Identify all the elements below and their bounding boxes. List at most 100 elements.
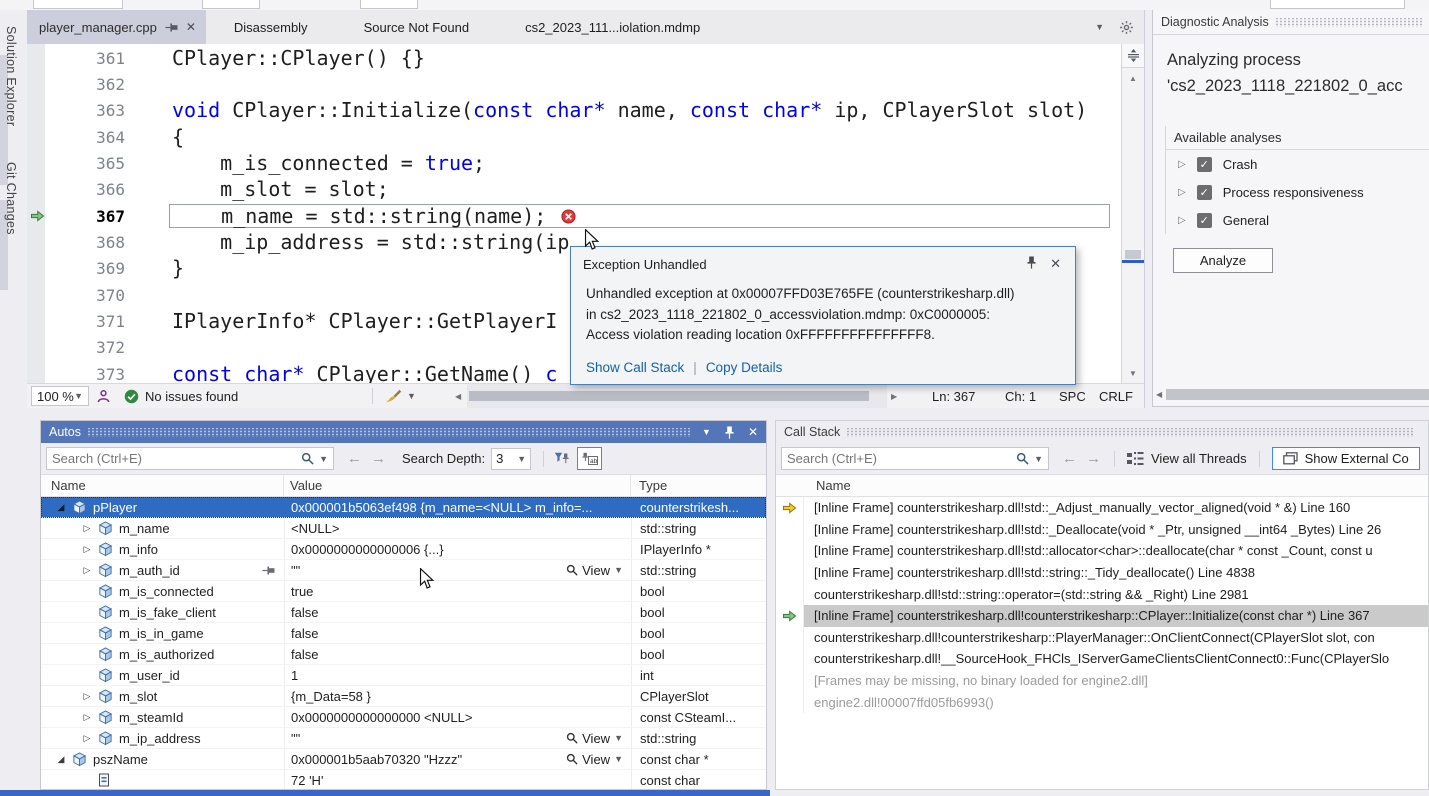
autos-row[interactable]: m_is_authorized false bool — [41, 644, 766, 665]
autos-row[interactable]: ▷ m_name <NULL> std::string — [41, 518, 766, 539]
expander-icon[interactable]: ◢ — [55, 502, 67, 513]
editor-options-gear-icon[interactable] — [1119, 20, 1134, 35]
show-call-stack-link[interactable]: Show Call Stack — [586, 360, 684, 375]
code-line[interactable]: 366 m_slot = slot; — [27, 177, 1121, 203]
search-input[interactable] — [787, 451, 1012, 466]
autos-row[interactable]: m_is_fake_client false bool — [41, 602, 766, 623]
code-line[interactable]: 361 CPlayer::CPlayer() {} — [27, 45, 1121, 71]
pin-icon[interactable] — [262, 565, 275, 576]
call-stack-frame[interactable]: [Inline Frame] counterstrikesharp.dll!st… — [776, 518, 1428, 541]
search-icon[interactable] — [1016, 452, 1029, 465]
expander-icon[interactable]: ▷ — [1178, 215, 1186, 226]
call-stack-frame[interactable]: counterstrikesharp.dll!counterstrikeshar… — [776, 626, 1428, 649]
autos-row[interactable]: ▷ m_slot {m_Data=58 } CPlayerSlot — [41, 686, 766, 707]
editor-vertical-scrollbar[interactable]: ▲ ▼ — [1121, 44, 1144, 383]
column-header-value[interactable]: Value — [284, 475, 631, 496]
autos-row[interactable]: ◢ pPlayer 0x000001b5063ef498 {m_name=<NULL… — [41, 497, 766, 518]
checkbox[interactable]: ✓ — [1196, 212, 1212, 228]
checkbox[interactable]: ✓ — [1196, 184, 1212, 200]
expander-icon[interactable]: ▷ — [81, 691, 93, 702]
pin-icon[interactable] — [724, 426, 735, 439]
code-line[interactable]: 364 { — [27, 124, 1121, 150]
call-stack-frame[interactable]: [Frames may be missing, no binary loaded… — [776, 669, 1428, 692]
analyze-button[interactable]: Analyze — [1173, 248, 1273, 273]
autos-row[interactable]: ▷ m_ip_address "" View ▼ std::string — [41, 728, 766, 749]
editor-horizontal-scrollbar[interactable] — [467, 384, 887, 408]
autos-row[interactable]: m_user_id 1 int — [41, 665, 766, 686]
forward-arrow-icon[interactable]: → — [371, 450, 386, 467]
call-stack-column-header[interactable]: Name — [776, 475, 1428, 497]
autos-row[interactable]: ▷ m_auth_id "" View ▼ std::string — [41, 560, 766, 581]
view-button[interactable]: View ▼ — [566, 752, 623, 767]
back-arrow-icon[interactable]: ← — [1062, 450, 1077, 467]
expander-icon[interactable]: ▷ — [81, 712, 93, 723]
expander-icon[interactable]: ▷ — [1178, 159, 1186, 170]
call-stack-title-bar[interactable]: Call Stack — [776, 421, 1428, 443]
back-arrow-icon[interactable]: ← — [347, 450, 362, 467]
hscroll-right-icon[interactable]: ▶ — [891, 384, 897, 408]
call-stack-search-box[interactable]: ▼ — [781, 447, 1049, 470]
view-all-threads-button[interactable]: View all Threads — [1127, 451, 1247, 466]
code-line[interactable]: 363 void CPlayer::Initialize(const char* … — [27, 98, 1121, 124]
editor-tab-2[interactable]: Disassembly — [206, 10, 336, 44]
autos-row[interactable]: m_is_connected true bool — [41, 581, 766, 602]
search-input[interactable] — [52, 451, 297, 466]
view-button[interactable]: View ▼ — [566, 563, 623, 578]
autos-title-bar[interactable]: Autos ▼ ✕ — [41, 421, 766, 443]
tab-list-dropdown-icon[interactable]: ▼ — [1095, 22, 1104, 32]
panel-horizontal-scrollbar[interactable]: ◀ — [1156, 388, 1429, 401]
scroll-down-icon[interactable]: ▼ — [1122, 369, 1144, 378]
code-cleanup-brush-icon[interactable]: ▼ — [385, 384, 416, 408]
call-stack-frame[interactable]: counterstrikesharp.dll!__SourceHook_FHCl… — [776, 648, 1428, 670]
pin-icon[interactable] — [165, 22, 178, 33]
analysis-row[interactable]: ▷ ✓ Crash — [1166, 150, 1429, 178]
call-stack-frame[interactable]: [Inline Frame] counterstrikesharp.dll!st… — [776, 561, 1428, 584]
column-header-type[interactable]: Type — [631, 478, 766, 493]
window-position-dropdown-icon[interactable]: ▼ — [702, 427, 711, 437]
scrollbar-thumb[interactable] — [1125, 250, 1141, 259]
panel-title-bar[interactable]: Diagnostic Analysis — [1153, 10, 1429, 35]
code-line[interactable]: 365 m_is_connected = true; — [27, 150, 1121, 176]
expander-icon[interactable]: ▷ — [81, 565, 93, 576]
no-issues-check-icon[interactable] — [124, 384, 139, 408]
zoom-select[interactable]: 100 % ▼ — [31, 386, 89, 406]
error-icon[interactable] — [561, 209, 576, 224]
autos-row[interactable]: 72 'H' const char — [41, 770, 766, 789]
editor-tab-4[interactable]: cs2_2023_111...iolation.mdmp — [497, 10, 728, 44]
sidebar-item-solution-explorer[interactable]: Solution Explorer — [4, 26, 18, 126]
autos-row[interactable]: ▷ m_steamId 0x0000000000000000 <NULL> const… — [41, 707, 766, 728]
expander-icon[interactable]: ▷ — [81, 733, 93, 744]
chevron-down-icon[interactable]: ▼ — [319, 454, 328, 464]
pin-icon[interactable] — [1026, 256, 1037, 269]
split-window-handle[interactable] — [1122, 44, 1144, 68]
expander-icon[interactable]: ▷ — [81, 544, 93, 555]
hscroll-left-icon[interactable]: ◀ — [1156, 390, 1162, 399]
forward-arrow-icon[interactable]: → — [1086, 450, 1101, 467]
search-depth-select[interactable]: 3 ▼ — [491, 447, 532, 470]
call-stack-frame[interactable]: counterstrikesharp.dll!std::string::oper… — [776, 583, 1428, 605]
analysis-row[interactable]: ▷ ✓ General — [1166, 206, 1429, 234]
autos-row[interactable]: ▷ m_info 0x0000000000000006 {...} IPlayerIn… — [41, 539, 766, 560]
chevron-down-icon[interactable]: ▼ — [1034, 454, 1043, 464]
expander-icon[interactable]: ▷ — [1178, 187, 1186, 198]
editor-tab-3[interactable]: Source Not Found — [336, 10, 498, 44]
code-line[interactable]: 362 — [27, 71, 1121, 97]
analysis-row[interactable]: ▷ ✓ Process responsiveness — [1166, 178, 1429, 206]
scroll-up-icon[interactable]: ▲ — [1122, 74, 1144, 83]
close-icon[interactable]: ✕ — [748, 425, 758, 439]
expander-icon[interactable]: ▷ — [81, 523, 93, 534]
call-stack-frame[interactable]: [Inline Frame] counterstrikesharp.dll!st… — [776, 540, 1428, 562]
expander-icon[interactable]: ◢ — [55, 754, 67, 765]
scrollbar-thumb[interactable] — [469, 391, 869, 401]
search-icon[interactable] — [301, 452, 314, 465]
autos-search-box[interactable]: ▼ — [46, 447, 334, 470]
close-icon[interactable]: ✕ — [186, 20, 196, 34]
show-external-code-button[interactable]: Show External Co — [1271, 447, 1420, 470]
hscroll-left-icon[interactable]: ◀ — [455, 384, 461, 408]
call-stack-frame[interactable]: [Inline Frame] counterstrikesharp.dll!co… — [776, 604, 1428, 627]
scrollbar-thumb[interactable] — [1166, 389, 1429, 400]
autos-row[interactable]: m_is_in_game false bool — [41, 623, 766, 644]
feedback-icon[interactable] — [97, 384, 110, 408]
sidebar-item-git-changes[interactable]: Git Changes — [4, 162, 18, 235]
editor-tab-1[interactable]: player_manager.cpp ✕ — [27, 10, 206, 44]
